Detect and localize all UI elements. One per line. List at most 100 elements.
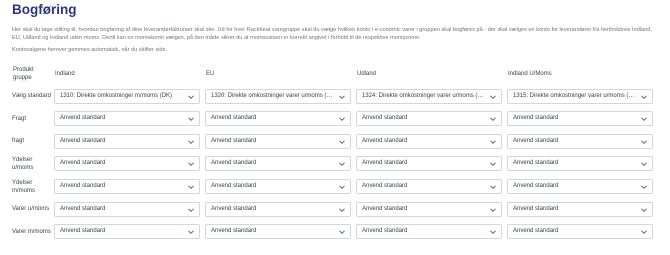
chevron-down-icon	[640, 160, 648, 168]
table-cell: Anvend standard	[356, 153, 507, 176]
table-cell: 1315: Direkte omkostninger varer u/moms …	[507, 85, 658, 108]
table-row: Ydelser u/moms Anvend standard Anvend stan…	[12, 153, 658, 176]
account-select-indland-u-moms[interactable]: Anvend standard	[507, 201, 653, 217]
chevron-down-icon	[338, 160, 346, 168]
chevron-down-icon	[640, 93, 648, 101]
select-value: Anvend standard	[211, 205, 257, 212]
table-cell: Anvend standard	[356, 130, 507, 153]
account-select-indland[interactable]: Anvend standard	[54, 224, 200, 240]
row-label: Varer m/moms	[12, 228, 51, 235]
select-value: Anvend standard	[362, 160, 408, 167]
account-select-indland-u-moms[interactable]: Anvend standard	[507, 111, 653, 127]
table-cell: Anvend standard	[356, 198, 507, 221]
table-cell: Anvend standard	[54, 153, 205, 176]
table-cell: Anvend standard	[205, 153, 356, 176]
table-cell: Anvend standard	[356, 220, 507, 243]
table-header-row: Produkt gruppe Indland EU Udland Indland…	[12, 63, 658, 85]
select-value: Anvend standard	[362, 115, 408, 122]
chevron-down-icon	[338, 115, 346, 123]
account-select-udland[interactable]: Anvend standard	[356, 224, 502, 240]
table-cell: Anvend standard	[205, 130, 356, 153]
table-cell: Anvend standard	[507, 198, 658, 221]
column-header-indland-u-moms: Indland U/Moms	[508, 70, 552, 77]
account-select-indland-u-moms[interactable]: 1315: Direkte omkostninger varer u/moms …	[507, 88, 653, 104]
chevron-down-icon	[489, 93, 497, 101]
account-select-eu[interactable]: Anvend standard	[205, 111, 351, 127]
chevron-down-icon	[187, 206, 195, 214]
table-cell: Anvend standard	[54, 175, 205, 198]
account-select-eu[interactable]: Anvend standard	[205, 133, 351, 149]
table-cell: Anvend standard	[205, 198, 356, 221]
select-value: Anvend standard	[513, 160, 559, 167]
account-select-indland-u-moms[interactable]: Anvend standard	[507, 224, 653, 240]
chevron-down-icon	[187, 115, 195, 123]
select-value: Anvend standard	[211, 115, 257, 122]
chevron-down-icon	[489, 160, 497, 168]
select-value: Anvend standard	[362, 205, 408, 212]
select-value: Anvend standard	[362, 183, 408, 190]
table-cell: Anvend standard	[507, 107, 658, 130]
account-select-indland[interactable]: Anvend standard	[54, 133, 200, 149]
select-value: 1320: Direkte omkostninger varer u/moms …	[211, 92, 337, 99]
select-value: Anvend standard	[362, 137, 408, 144]
chevron-down-icon	[489, 206, 497, 214]
account-select-udland[interactable]: Anvend standard	[356, 111, 502, 127]
account-select-indland-u-moms[interactable]: Anvend standard	[507, 156, 653, 172]
row-label: Varer u/moms	[12, 206, 50, 213]
account-select-eu[interactable]: 1320: Direkte omkostninger varer u/moms …	[205, 88, 351, 104]
select-value: Anvend standard	[60, 205, 106, 212]
chevron-down-icon	[187, 228, 195, 236]
row-label: fragt	[12, 138, 25, 145]
chevron-down-icon	[338, 138, 346, 146]
select-value: Anvend standard	[513, 228, 559, 235]
table-cell: 1324: Direkte omkostninger varer u/moms …	[356, 85, 507, 108]
table-cell: 1320: Direkte omkostninger varer u/moms …	[205, 85, 356, 108]
table-cell: Anvend standard	[54, 107, 205, 130]
chevron-down-icon	[187, 183, 195, 191]
account-select-indland[interactable]: Anvend standard	[54, 201, 200, 217]
select-value: Anvend standard	[60, 183, 106, 190]
row-label: Fragt	[12, 115, 27, 122]
page-title: Bogføring	[12, 2, 77, 17]
account-select-eu[interactable]: Anvend standard	[205, 179, 351, 195]
column-header-udland: Udland	[357, 70, 377, 77]
column-header-eu: EU	[206, 70, 215, 77]
account-select-udland[interactable]: Anvend standard	[356, 179, 502, 195]
accounting-table: Produkt gruppe Indland EU Udland Indland…	[12, 63, 658, 243]
table-cell: Anvend standard	[507, 130, 658, 153]
table-cell: Anvend standard	[205, 107, 356, 130]
account-select-udland[interactable]: Anvend standard	[356, 201, 502, 217]
select-value: Anvend standard	[211, 228, 257, 235]
chevron-down-icon	[187, 160, 195, 168]
account-select-udland[interactable]: Anvend standard	[356, 156, 502, 172]
account-select-indland-u-moms[interactable]: Anvend standard	[507, 179, 653, 195]
account-select-eu[interactable]: Anvend standard	[205, 224, 351, 240]
account-select-indland[interactable]: Anvend standard	[54, 156, 200, 172]
page: Bogføring Her skal du tage stilling til,…	[0, 0, 670, 243]
chevron-down-icon	[338, 93, 346, 101]
chevron-down-icon	[640, 183, 648, 191]
chevron-down-icon	[489, 115, 497, 123]
chevron-down-icon	[640, 228, 648, 236]
account-select-indland[interactable]: 1310: Direkte omkostninger m/moms (DK)	[54, 88, 200, 104]
table-row: fragt Anvend standard Anvend standard Anven…	[12, 130, 658, 153]
table-row: Ydelser m/moms Anvend standard Anvend stan…	[12, 175, 658, 198]
account-select-indland-u-moms[interactable]: Anvend standard	[507, 133, 653, 149]
select-value: Anvend standard	[513, 183, 559, 190]
chevron-down-icon	[489, 138, 497, 146]
account-select-udland[interactable]: 1324: Direkte omkostninger varer u/moms …	[356, 88, 502, 104]
column-header-indland: Indland	[55, 70, 75, 77]
table-cell: Anvend standard	[54, 198, 205, 221]
account-select-eu[interactable]: Anvend standard	[205, 156, 351, 172]
table-row: Vælg standard 1310: Direkte omkostninger …	[12, 85, 658, 108]
chevron-down-icon	[489, 228, 497, 236]
account-select-indland[interactable]: Anvend standard	[54, 111, 200, 127]
select-value: Anvend standard	[211, 160, 257, 167]
select-value: Anvend standard	[513, 115, 559, 122]
account-select-indland[interactable]: Anvend standard	[54, 179, 200, 195]
account-select-eu[interactable]: Anvend standard	[205, 201, 351, 217]
table-cell: 1310: Direkte omkostninger m/moms (DK)	[54, 85, 205, 108]
select-value: Anvend standard	[513, 205, 559, 212]
account-select-udland[interactable]: Anvend standard	[356, 133, 502, 149]
select-value: Anvend standard	[211, 137, 257, 144]
